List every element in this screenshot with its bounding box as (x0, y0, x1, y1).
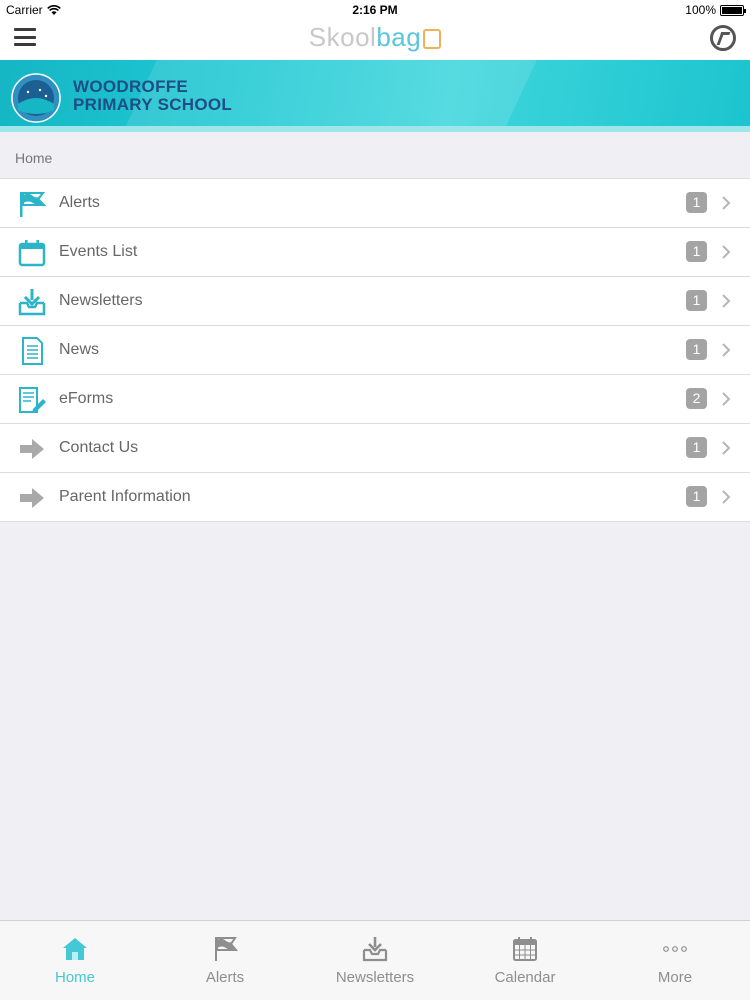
tab-label: Home (54, 969, 95, 986)
school-logo (11, 73, 61, 123)
chevron-right-icon (722, 343, 731, 357)
arrow-right-icon (20, 439, 44, 459)
brand-bag: bag (376, 22, 422, 52)
tab-newsletters[interactable]: Newsletters (300, 921, 450, 1000)
menu-item-label: News (59, 341, 100, 358)
calendar-icon (513, 937, 537, 961)
flag-icon (20, 192, 47, 217)
school-banner: WOODROFFE PRIMARY SCHOOL (0, 60, 750, 132)
menu-item-news[interactable]: News 1 (0, 326, 750, 375)
menu-item-contact-us[interactable]: Contact Us 1 (0, 424, 750, 473)
breadcrumb: Home (15, 150, 53, 166)
count-badge: 1 (686, 241, 707, 262)
status-time: 2:16 PM (352, 3, 398, 17)
sync-button[interactable] (710, 25, 736, 51)
battery-icon (720, 4, 746, 16)
chevron-right-icon (722, 196, 731, 210)
more-dots-icon (663, 946, 687, 952)
chevron-right-icon (722, 392, 731, 406)
count-badge: 2 (686, 388, 707, 409)
schoolbag-icon (423, 29, 442, 50)
count-badge: 1 (686, 339, 707, 360)
status-bar: Carrier 2:16 PM 100% (0, 0, 750, 20)
chevron-right-icon (722, 294, 731, 308)
count-badge: 1 (686, 192, 707, 213)
arrow-right-icon (20, 488, 44, 508)
menu-item-parent-information[interactable]: Parent Information 1 (0, 473, 750, 522)
app-logo: Skoolbag (0, 22, 750, 53)
menu-item-label: Contact Us (59, 439, 139, 456)
tab-home[interactable]: Home (0, 921, 150, 1000)
menu-item-label: eForms (59, 390, 114, 407)
menu-item-label: Events List (59, 243, 138, 260)
chevron-right-icon (722, 490, 731, 504)
menu-item-alerts[interactable]: Alerts 1 (0, 179, 750, 228)
count-badge: 1 (686, 290, 707, 311)
school-name: WOODROFFE PRIMARY SCHOOL (73, 78, 232, 114)
tab-label: More (657, 969, 693, 986)
tab-label: Calendar (494, 969, 556, 986)
menu-item-events-list[interactable]: Events List 1 (0, 228, 750, 277)
menu-list: Alerts 1 Events List 1 Newsletters 1 New… (0, 178, 750, 522)
battery-percent: 100% (685, 3, 716, 17)
tab-label: Newsletters (335, 969, 415, 986)
menu-item-label: Newsletters (59, 292, 143, 309)
menu-item-label: Parent Information (59, 488, 191, 505)
menu-item-eforms[interactable]: eForms 2 (0, 375, 750, 424)
menu-item-newsletters[interactable]: Newsletters 1 (0, 277, 750, 326)
inbox-download-icon (362, 937, 388, 962)
form-pencil-icon (19, 387, 46, 413)
chevron-right-icon (722, 441, 731, 455)
tab-alerts[interactable]: Alerts (150, 921, 300, 1000)
calendar-icon (18, 240, 46, 267)
count-badge: 1 (686, 486, 707, 507)
school-name-line1: WOODROFFE (73, 77, 189, 96)
nav-bar: Skoolbag (0, 20, 750, 60)
menu-item-label: Alerts (59, 194, 100, 211)
home-icon (63, 938, 87, 960)
tab-more[interactable]: More (600, 921, 750, 1000)
tab-calendar[interactable]: Calendar (450, 921, 600, 1000)
document-icon (22, 337, 43, 365)
chevron-right-icon (722, 245, 731, 259)
flag-icon (215, 937, 239, 961)
count-badge: 1 (686, 437, 707, 458)
tab-bar: Home Alerts Newsletters Calendar More (0, 920, 750, 1000)
tab-label: Alerts (205, 969, 245, 986)
brand-skool: Skool (308, 22, 377, 52)
school-name-line2: PRIMARY SCHOOL (73, 95, 233, 114)
inbox-download-icon (18, 289, 46, 316)
